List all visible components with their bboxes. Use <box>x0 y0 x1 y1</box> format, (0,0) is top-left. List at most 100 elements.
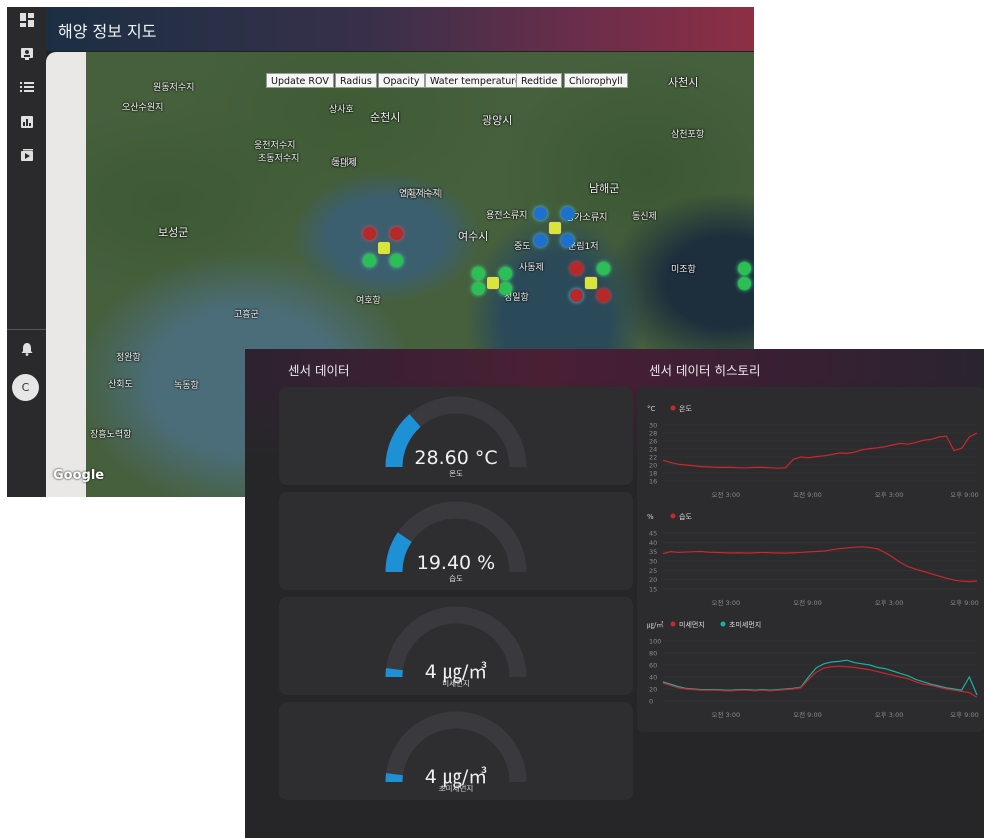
unit-label: °C <box>647 405 656 413</box>
x-tick-label: 오후 3:00 <box>875 599 904 607</box>
gauge-card-ultrafine-dust: 4 ㎍/㎥ 초미세먼지 <box>279 702 633 800</box>
map-header: 해양 정보 지도 <box>46 7 754 51</box>
map-label: 보성군 <box>158 226 189 239</box>
legend-label: 온도 <box>679 405 692 413</box>
google-logo: Google <box>53 468 105 483</box>
drone-marker[interactable] <box>472 262 512 302</box>
drone-marker[interactable] <box>363 227 403 267</box>
legend-swatch <box>720 621 726 627</box>
map-label: 여호항 <box>356 296 381 306</box>
bar-chart-icon[interactable] <box>17 115 36 134</box>
map-label: 초동저수지 <box>258 154 300 164</box>
gauge-value: 28.60 °C <box>414 447 498 469</box>
y-tick-label: 15 <box>649 586 657 594</box>
gauge-value: 19.40 % <box>416 552 496 574</box>
unit-label: ㎍/㎥ <box>647 620 663 630</box>
x-tick-label: 오후 9:00 <box>950 599 979 607</box>
y-tick-label: 40 <box>649 539 657 547</box>
map-label: 오산수원지 <box>122 103 164 113</box>
map-label: 동신제 <box>632 212 657 222</box>
map-label: 중도 <box>514 242 531 252</box>
chlorophyll-button[interactable]: Chlorophyll <box>564 73 628 88</box>
x-tick-label: 오후 9:00 <box>950 711 979 719</box>
x-tick-label: 오전 3:00 <box>711 710 740 719</box>
map-label: 고흥군 <box>234 310 259 320</box>
redtide-button[interactable]: Redtide <box>516 73 563 88</box>
gauge-card-fine-dust: 4 ㎍/㎥ 미세먼지 <box>279 597 633 695</box>
legend-label: 초미세먼지 <box>729 620 761 629</box>
x-tick-label: 오후 9:00 <box>950 491 979 499</box>
series-line <box>662 546 978 583</box>
map-label: 장흥노력항 <box>90 430 132 440</box>
y-tick-label: 16 <box>649 478 657 486</box>
legend-swatch <box>670 513 676 519</box>
map-label: 광양시 <box>482 114 513 127</box>
temperature-history-chart: °C 온도 1618202224262830 오전 3:00 오전 9:00 오후 3:0… <box>647 405 979 499</box>
update-rov-button[interactable]: Update ROV <box>266 73 334 88</box>
legend-label: 습도 <box>679 512 692 521</box>
y-tick-label: 24 <box>649 446 657 454</box>
x-tick-label: 오전 3:00 <box>711 598 740 607</box>
dashboard-icon[interactable] <box>17 13 36 32</box>
humidity-history-chart: % 습도 15 202530 354045 오전 3:00 오전 9:00 오후 3:00 오후… <box>647 512 979 607</box>
map-label: 연회저수지 <box>399 189 441 199</box>
x-tick-label: 오후 3:00 <box>875 491 904 499</box>
water-temperature-button[interactable]: Water temperature <box>425 73 526 88</box>
map-label: 정완항 <box>116 353 141 363</box>
y-tick-label: 0 <box>649 698 653 706</box>
drone-marker[interactable] <box>534 207 574 247</box>
y-tick-label: 30 <box>649 422 657 430</box>
map-label: 상사호 <box>329 105 354 115</box>
dust-history-chart: ㎍/㎥ 미세먼지 초미세먼지 0 20 40 60 80 100 오전 3:00 오전 9:00 오후… <box>647 620 979 719</box>
sensor-window: 센서 데이터 센서 데이터 히스토리 28.60 °C 온도 19.40 % 습… <box>245 349 984 838</box>
map-label: 삼천포항 <box>671 130 705 140</box>
gauge-card-humidity: 19.40 % 습도 <box>279 492 633 590</box>
page-title: 해양 정보 지도 <box>58 22 157 41</box>
y-tick-label: 22 <box>649 454 657 462</box>
x-tick-label: 오전 9:00 <box>793 490 822 499</box>
avatar[interactable]: C <box>12 374 39 401</box>
gauge-card-temperature: 28.60 °C 온도 <box>279 387 633 485</box>
x-tick-label: 오전 3:00 <box>711 490 740 499</box>
gauge-label: 미세먼지 <box>442 679 470 688</box>
x-tick-label: 오전 9:00 <box>793 710 822 719</box>
y-tick-label: 25 <box>649 567 657 575</box>
bell-icon[interactable] <box>17 342 36 361</box>
drone-marker[interactable] <box>738 257 754 297</box>
map-label: 웅천저수지 <box>254 141 296 151</box>
unit-label: % <box>647 513 654 521</box>
legend-label: 미세먼지 <box>679 620 705 629</box>
map-label: 여수시 <box>458 230 489 243</box>
map-label: 동대제 <box>332 158 357 168</box>
gauge-label: 초미세먼지 <box>438 784 474 793</box>
map-label: 미조항 <box>671 265 696 275</box>
sidebar: C <box>7 7 46 497</box>
opacity-button[interactable]: Opacity <box>378 73 425 88</box>
y-tick-label: 60 <box>649 662 657 670</box>
video-icon[interactable] <box>17 148 36 167</box>
legend-swatch <box>670 405 676 411</box>
map-label: 사동제 <box>519 263 544 273</box>
map-label: 산회도 <box>108 380 133 390</box>
gauge-label: 온도 <box>449 469 463 478</box>
y-tick-label: 80 <box>649 650 657 658</box>
map-label: 용전소류지 <box>486 211 528 221</box>
map-label: 원동저수지 <box>153 83 195 93</box>
y-tick-label: 45 <box>649 530 657 538</box>
sensor-data-title: 센서 데이터 <box>288 363 350 378</box>
series-line <box>662 432 978 469</box>
y-tick-label: 20 <box>649 686 657 694</box>
drone-marker[interactable] <box>570 262 610 302</box>
y-tick-label: 20 <box>649 462 657 470</box>
x-tick-label: 오전 9:00 <box>793 598 822 607</box>
map-label: 순천시 <box>370 111 401 124</box>
list-icon[interactable] <box>17 80 36 99</box>
radius-button[interactable]: Radius <box>335 73 377 88</box>
y-tick-label: 35 <box>649 548 657 556</box>
legend-swatch <box>670 621 676 627</box>
y-tick-label: 100 <box>649 638 661 646</box>
map-label: 남해군 <box>589 182 620 195</box>
sensor-history-title: 센서 데이터 히스토리 <box>649 363 761 378</box>
y-tick-label: 40 <box>649 674 657 682</box>
contact-card-icon[interactable] <box>17 47 36 66</box>
